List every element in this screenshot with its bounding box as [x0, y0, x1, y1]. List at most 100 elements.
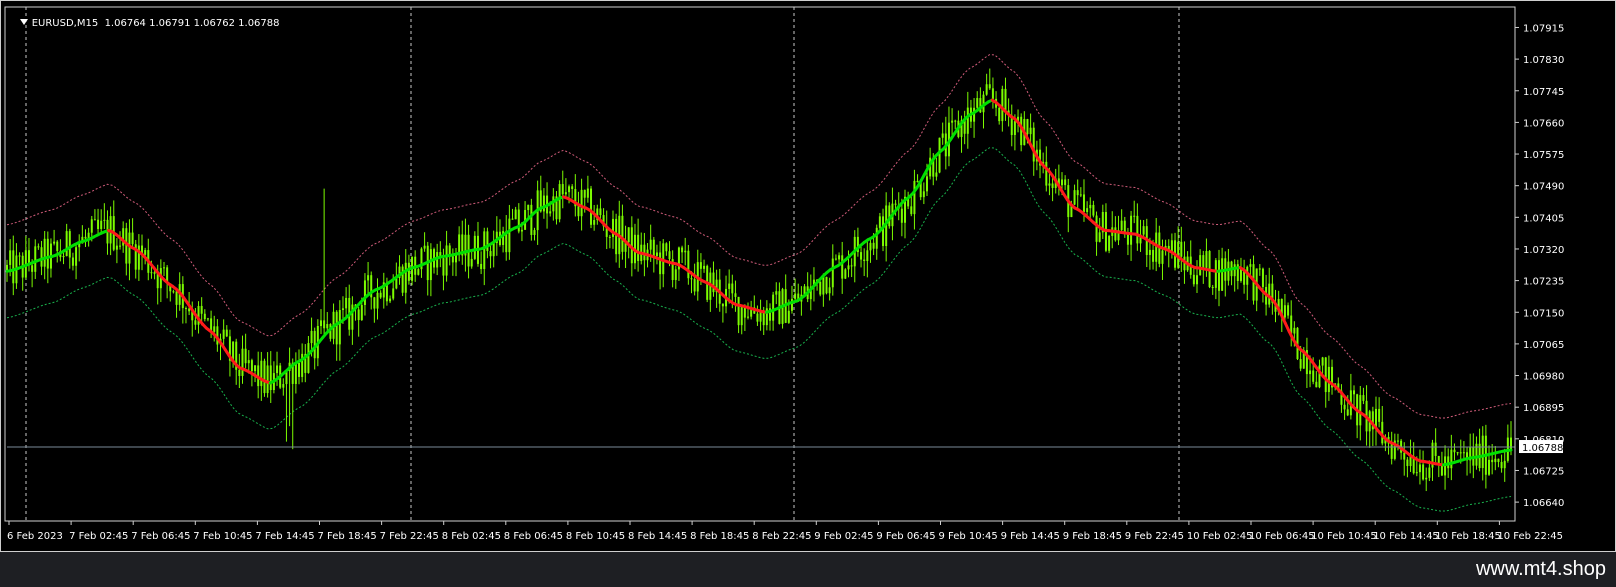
candle-body	[319, 320, 322, 327]
candle-body	[40, 247, 43, 267]
candle-body	[1258, 268, 1261, 270]
candle-body	[571, 186, 574, 190]
candle-body	[213, 326, 216, 332]
candle-body	[514, 209, 517, 220]
candle-body	[1425, 477, 1428, 480]
candle-body	[951, 120, 954, 123]
candle-body	[150, 272, 153, 274]
candle-body	[561, 184, 564, 195]
candle-body	[1126, 233, 1129, 245]
candle-body	[345, 297, 348, 309]
candle-body	[46, 238, 49, 269]
chart-menu-triangle-icon[interactable]	[19, 19, 28, 25]
x-tick-label: 8 Feb 02:45	[442, 531, 501, 542]
candle-body	[84, 236, 87, 239]
candle-body	[1060, 179, 1063, 186]
candle-body	[737, 296, 740, 326]
x-tick-label: 8 Feb 22:45	[752, 531, 811, 542]
candle-body	[991, 88, 994, 99]
candle-body	[684, 250, 687, 253]
candle-body	[244, 348, 247, 364]
candle-body	[53, 241, 56, 244]
candle-body	[18, 255, 21, 257]
x-tick-label: 10 Feb 18:45	[1435, 531, 1501, 542]
candle-body	[665, 243, 668, 252]
candle-body	[938, 137, 941, 173]
candle-body	[925, 176, 928, 192]
candle-body	[341, 308, 344, 310]
candle-body	[480, 263, 483, 270]
candle-body	[655, 252, 658, 257]
candle-body	[351, 304, 354, 330]
y-tick-label: 1.07065	[1523, 340, 1564, 351]
candle-body	[1396, 440, 1399, 442]
candle-body	[860, 252, 863, 260]
candle-body	[941, 133, 944, 138]
candle-body	[1032, 127, 1035, 162]
x-tick-label: 9 Feb 02:45	[814, 531, 873, 542]
candle-body	[363, 280, 366, 305]
candle-body	[250, 360, 253, 372]
candle-body	[1004, 88, 1007, 111]
candle-body	[1051, 183, 1054, 188]
candle-body	[1095, 215, 1098, 242]
candle-body	[1406, 459, 1409, 467]
candle-body	[247, 360, 250, 364]
candle-body	[71, 257, 74, 266]
candle-body	[376, 292, 379, 309]
candle-body	[254, 365, 257, 372]
price-chart[interactable]: 1.06788 1.079151.078301.077451.076601.07…	[1, 1, 1616, 553]
candle-body	[442, 258, 445, 276]
candle-body	[115, 245, 118, 250]
x-tick-label: 10 Feb 14:45	[1373, 531, 1439, 542]
candle-body	[1048, 183, 1051, 186]
candle-body	[1440, 464, 1443, 476]
candle-body	[1108, 235, 1111, 251]
candle-body	[1170, 240, 1173, 252]
candle-body	[875, 227, 878, 249]
candle-body	[747, 316, 750, 318]
candle-body	[1343, 404, 1346, 410]
candle-body	[878, 216, 881, 228]
candle-body	[599, 208, 602, 216]
candle-body	[740, 306, 743, 326]
candle-body	[294, 362, 297, 384]
candle-body	[65, 231, 68, 257]
candle-body	[1082, 194, 1085, 213]
candle-body	[527, 204, 530, 211]
candle-body	[1390, 443, 1393, 459]
x-tick-label: 7 Feb 14:45	[255, 531, 314, 542]
candle-body	[1378, 408, 1381, 422]
candle-body	[206, 318, 209, 320]
candle-body	[103, 219, 106, 221]
candle-body	[954, 120, 957, 122]
candle-body	[131, 232, 134, 245]
candle-body	[373, 297, 376, 309]
candle-body	[172, 291, 175, 293]
candle-body	[1239, 269, 1242, 281]
x-tick-label: 7 Feb 18:45	[318, 531, 377, 542]
candle-body	[866, 250, 869, 261]
chart-window[interactable]: 1.06788 1.07915 1.07830 1.07745 1.07660 1.07…	[0, 0, 1616, 552]
candle-body	[429, 249, 432, 281]
candle-body	[222, 329, 225, 339]
candle-body	[184, 308, 187, 310]
candle-body	[241, 348, 244, 376]
candle-body	[1130, 215, 1133, 245]
y-tick-label: 1.07235	[1523, 277, 1564, 288]
candle-body	[200, 305, 203, 314]
candle-body	[392, 288, 395, 299]
y-tick-label: 1.07320	[1523, 245, 1564, 256]
candle-body	[1142, 226, 1145, 235]
candle-body	[988, 84, 991, 89]
candle-body	[338, 309, 341, 345]
y-tick-label: 1.06640	[1523, 498, 1564, 509]
candle-body	[1494, 458, 1497, 463]
x-tick-label: 8 Feb 14:45	[628, 531, 687, 542]
candle-body	[93, 219, 96, 221]
x-tick-label: 10 Feb 06:45	[1249, 531, 1315, 542]
candle-body	[649, 239, 652, 250]
candle-body	[1086, 208, 1089, 213]
candle-body	[37, 246, 40, 248]
candle-body	[1309, 370, 1312, 375]
